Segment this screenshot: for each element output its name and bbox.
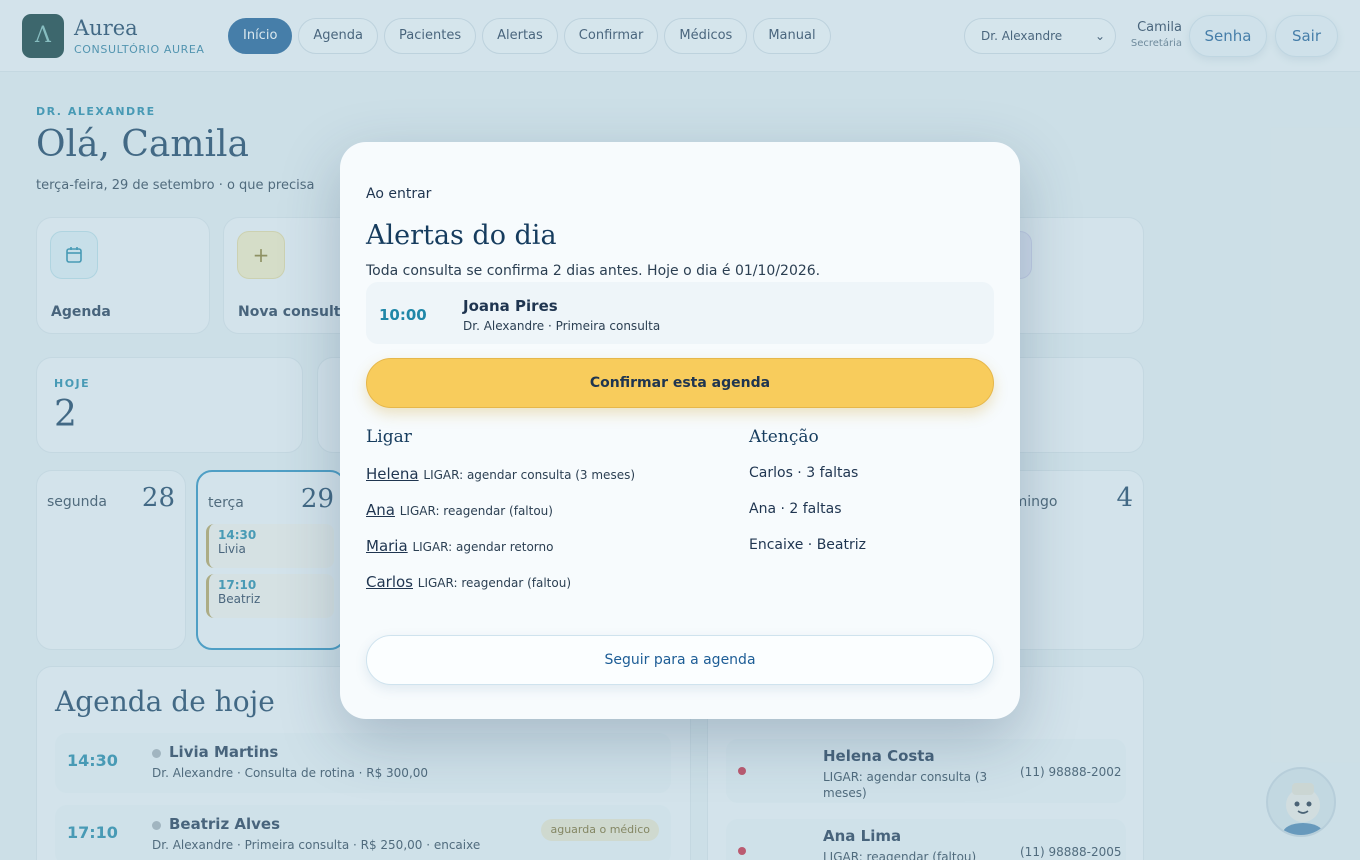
call-item: Ana LIGAR: reagendar (faltou) [366,501,553,519]
call-patient-link[interactable]: Ana [366,501,395,519]
modal-kicker: Ao entrar [366,186,432,202]
pending-appointment[interactable]: 10:00 Joana Pires Dr. Alexandre · Primei… [366,282,994,344]
call-item: Carlos LIGAR: reagendar (faltou) [366,573,571,591]
appointment-meta: Dr. Alexandre · Primeira consulta [463,319,661,333]
call-patient-link[interactable]: Carlos [366,573,413,591]
call-reason: LIGAR: agendar retorno [412,540,554,554]
call-item: Maria LIGAR: agendar retorno [366,537,553,555]
attention-section-title: Atenção [749,427,819,447]
call-patient-link[interactable]: Helena [366,465,419,483]
call-patient-link[interactable]: Maria [366,537,408,555]
continue-to-agenda-button[interactable]: Seguir para a agenda [366,635,994,685]
modal-title: Alertas do dia [366,220,557,251]
call-reason: LIGAR: reagendar (faltou) [399,504,553,518]
call-item: Helena LIGAR: agendar consulta (3 meses) [366,465,635,483]
call-reason: LIGAR: reagendar (faltou) [417,576,571,590]
modal-subtitle: Toda consulta se confirma 2 dias antes. … [366,263,821,279]
attention-item: Ana · 2 faltas [749,501,842,517]
call-section-title: Ligar [366,427,412,447]
attention-item: Encaixe · Beatriz [749,537,866,553]
appointment-name: Joana Pires [463,297,558,315]
call-reason: LIGAR: agendar consulta (3 meses) [423,468,636,482]
confirm-agenda-button[interactable]: Confirmar esta agenda [366,358,994,408]
attention-item: Carlos · 3 faltas [749,465,859,481]
appointment-time: 10:00 [379,306,427,324]
daily-alerts-modal: Ao entrar Alertas do dia Toda consulta s… [340,142,1020,719]
